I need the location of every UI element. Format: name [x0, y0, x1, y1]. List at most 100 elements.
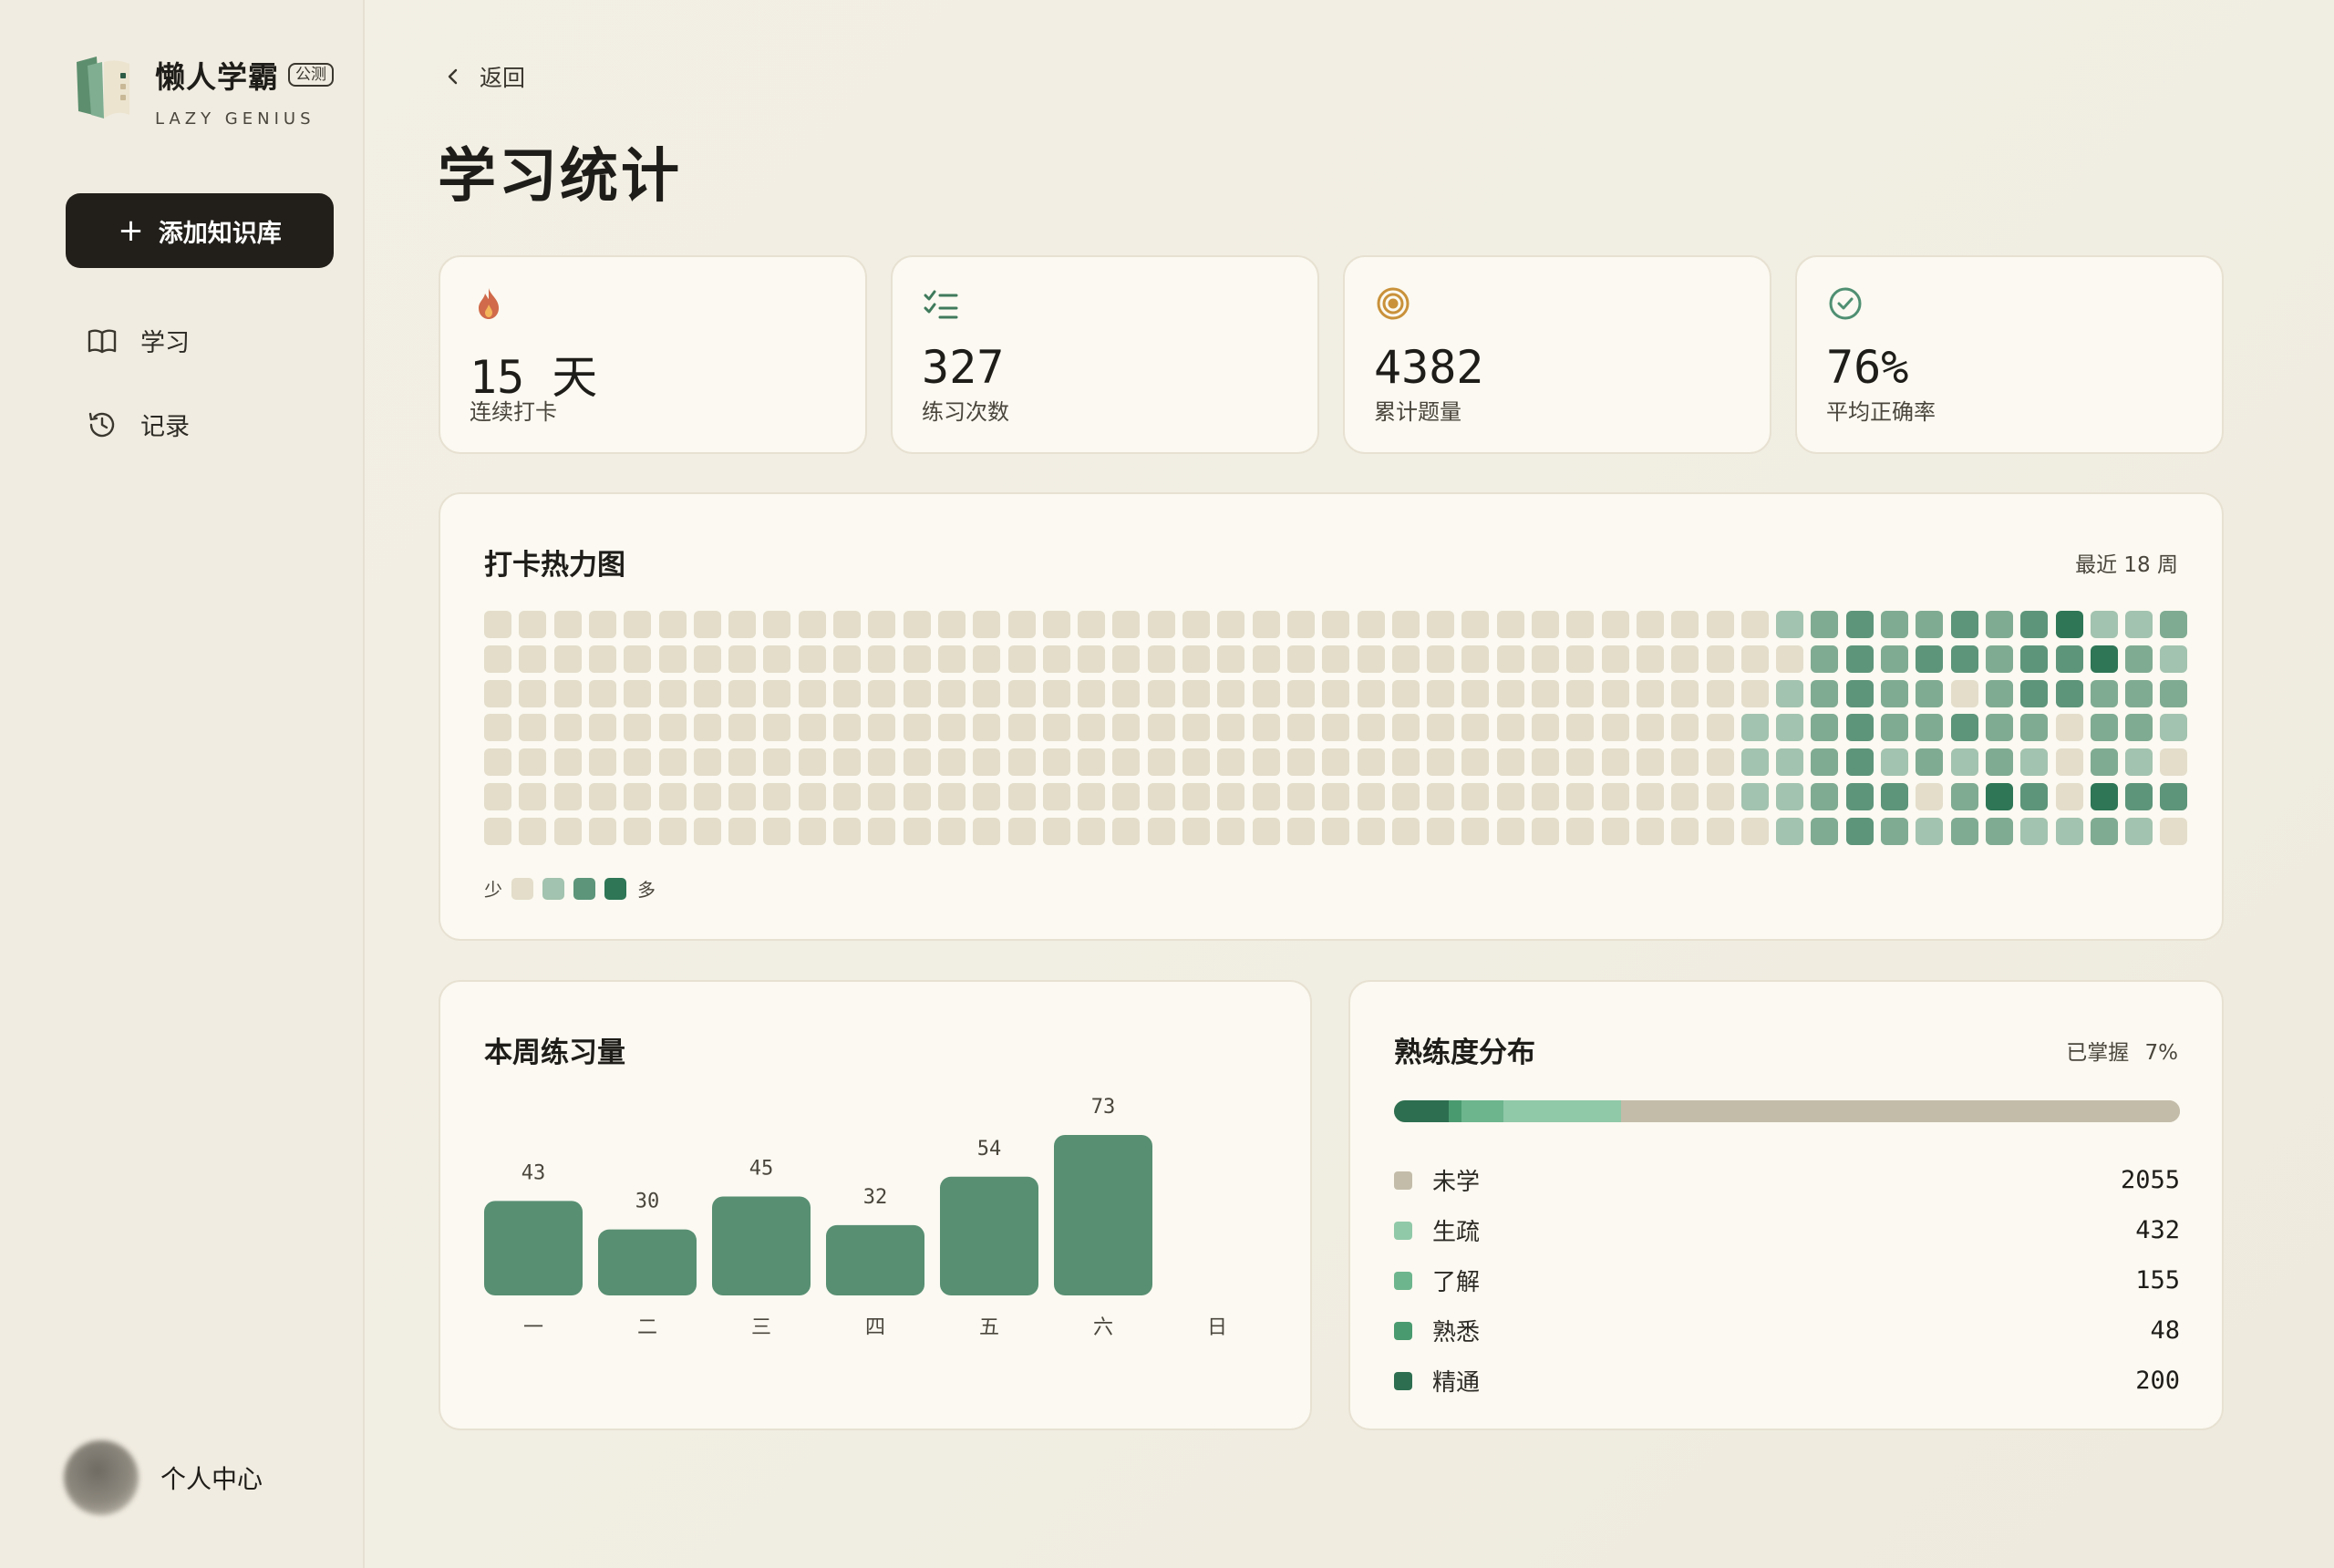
heatmap-cell	[763, 611, 791, 638]
history-icon	[88, 412, 115, 437]
heatmap-cell	[1182, 748, 1210, 777]
heatmap-cell	[1636, 679, 1664, 707]
x-tick-label: 二	[637, 1316, 657, 1339]
heatmap-cell	[1147, 611, 1175, 638]
heatmap-cell	[1322, 679, 1350, 707]
heatmap-cell	[1776, 611, 1804, 638]
heatmap-cell	[588, 645, 616, 673]
heatmap-cell	[484, 714, 511, 742]
heatmap-cell	[973, 611, 1001, 638]
heatmap-cell	[1706, 783, 1734, 810]
back-button[interactable]: 返回	[441, 60, 525, 93]
heatmap-cell	[1776, 783, 1804, 810]
heatmap-cell	[2020, 645, 2049, 673]
heatmap-cell	[1078, 611, 1106, 638]
mastery-segment	[1448, 1100, 1461, 1122]
mastery-row: 了解 155	[1394, 1255, 2180, 1305]
heatmap-cell	[1532, 817, 1559, 845]
heatmap-cell	[1391, 679, 1420, 707]
heatmap-cell	[624, 645, 652, 673]
heatmap-cell	[1007, 645, 1036, 673]
heatmap-cell	[1706, 714, 1734, 742]
heatmap-cell	[658, 611, 687, 638]
heatmap-cell	[2125, 611, 2153, 638]
heatmap-cell	[1636, 611, 1664, 638]
stat-label: 练习次数	[922, 399, 1009, 425]
x-tick-label: 五	[979, 1316, 999, 1339]
heatmap-cell	[519, 679, 547, 707]
heatmap-cell	[973, 714, 1001, 742]
heatmap-cell	[2055, 817, 2083, 845]
target-icon	[1377, 287, 1410, 320]
heatmap-cell	[973, 679, 1001, 707]
heatmap-cell	[2090, 714, 2118, 742]
heatmap-cell	[1427, 679, 1455, 707]
mastery-progress-bar	[1394, 1100, 2180, 1122]
stat-card-total-questions: 4382 累计题量	[1343, 255, 1771, 454]
heatmap-cell	[1252, 714, 1280, 742]
stat-card-practice-count: 327 练习次数	[891, 255, 1319, 454]
mastery-summary: 已掌握 7%	[2066, 1035, 2178, 1066]
heatmap-cell	[798, 679, 826, 707]
heatmap-cell	[1845, 817, 1874, 845]
heatmap-cell	[693, 817, 721, 845]
heatmap-cell	[1007, 679, 1036, 707]
heatmap-cell	[1706, 645, 1734, 673]
mastery-label: 生疏	[1432, 1219, 1481, 1246]
heatmap-cell	[693, 611, 721, 638]
mastery-color-swatch	[1394, 1171, 1412, 1190]
mastery-segment	[1621, 1100, 2180, 1122]
heatmap-cell	[693, 783, 721, 810]
legend-swatch	[604, 877, 626, 900]
profile-link[interactable]: 个人中心	[64, 1440, 263, 1515]
heatmap-cell	[1252, 679, 1280, 707]
heatmap-cell	[1950, 611, 1978, 638]
heatmap-cell	[484, 783, 511, 810]
heatmap-cell	[1182, 645, 1210, 673]
heatmap-cell	[1182, 611, 1210, 638]
heatmap-cell	[2160, 611, 2188, 638]
heatmap-cell	[1391, 748, 1420, 777]
back-label: 返回	[480, 65, 526, 91]
heatmap-cell	[1671, 783, 1699, 810]
heatmap-cell	[553, 645, 582, 673]
x-tick-label: 四	[865, 1316, 885, 1339]
heatmap-cell	[2160, 783, 2188, 810]
heatmap-cell	[1427, 817, 1455, 845]
add-knowledge-base-button[interactable]: + 添加知识库	[66, 193, 334, 268]
book-logo-icon	[77, 57, 129, 119]
sidebar-item-history[interactable]: 记录	[86, 407, 190, 442]
heatmap-cell	[1776, 748, 1804, 777]
heatmap-cell	[763, 679, 791, 707]
heatmap-cell	[484, 817, 511, 845]
heatmap-cell	[1671, 611, 1699, 638]
mastery-value: 2055	[2120, 1166, 2180, 1194]
mastery-label: 了解	[1432, 1269, 1481, 1296]
heatmap-cell	[728, 714, 757, 742]
heatmap-cell	[1776, 645, 1804, 673]
heatmap-cell	[1776, 817, 1804, 845]
heatmap-cell	[868, 748, 896, 777]
heatmap-cell	[763, 817, 791, 845]
mastery-row: 生疏 432	[1394, 1205, 2180, 1255]
sidebar-item-study[interactable]: 学习	[86, 323, 190, 358]
profile-label: 个人中心	[160, 1464, 263, 1494]
heatmap-cell	[1950, 714, 1978, 742]
weekly-bar	[1054, 1135, 1152, 1295]
heatmap-cell	[1916, 748, 1944, 777]
heatmap-cell	[1112, 714, 1141, 742]
beta-badge: 公测	[288, 63, 334, 87]
heatmap-cell	[1042, 817, 1070, 845]
heatmap-cell	[903, 679, 931, 707]
legend-more: 多	[637, 879, 656, 901]
heatmap-cell	[1322, 645, 1350, 673]
heatmap-cell	[1566, 611, 1595, 638]
heatmap-cell	[1740, 611, 1769, 638]
heatmap-cell	[1671, 748, 1699, 777]
heatmap-cell	[2160, 714, 2188, 742]
app-logo[interactable]: 懒人学霸 公测 LAZY GENIUS	[71, 53, 334, 129]
heatmap-cell	[658, 679, 687, 707]
heatmap-cell	[519, 714, 547, 742]
heatmap-title: 打卡热力图	[484, 549, 625, 582]
heatmap-cell	[1566, 714, 1595, 742]
